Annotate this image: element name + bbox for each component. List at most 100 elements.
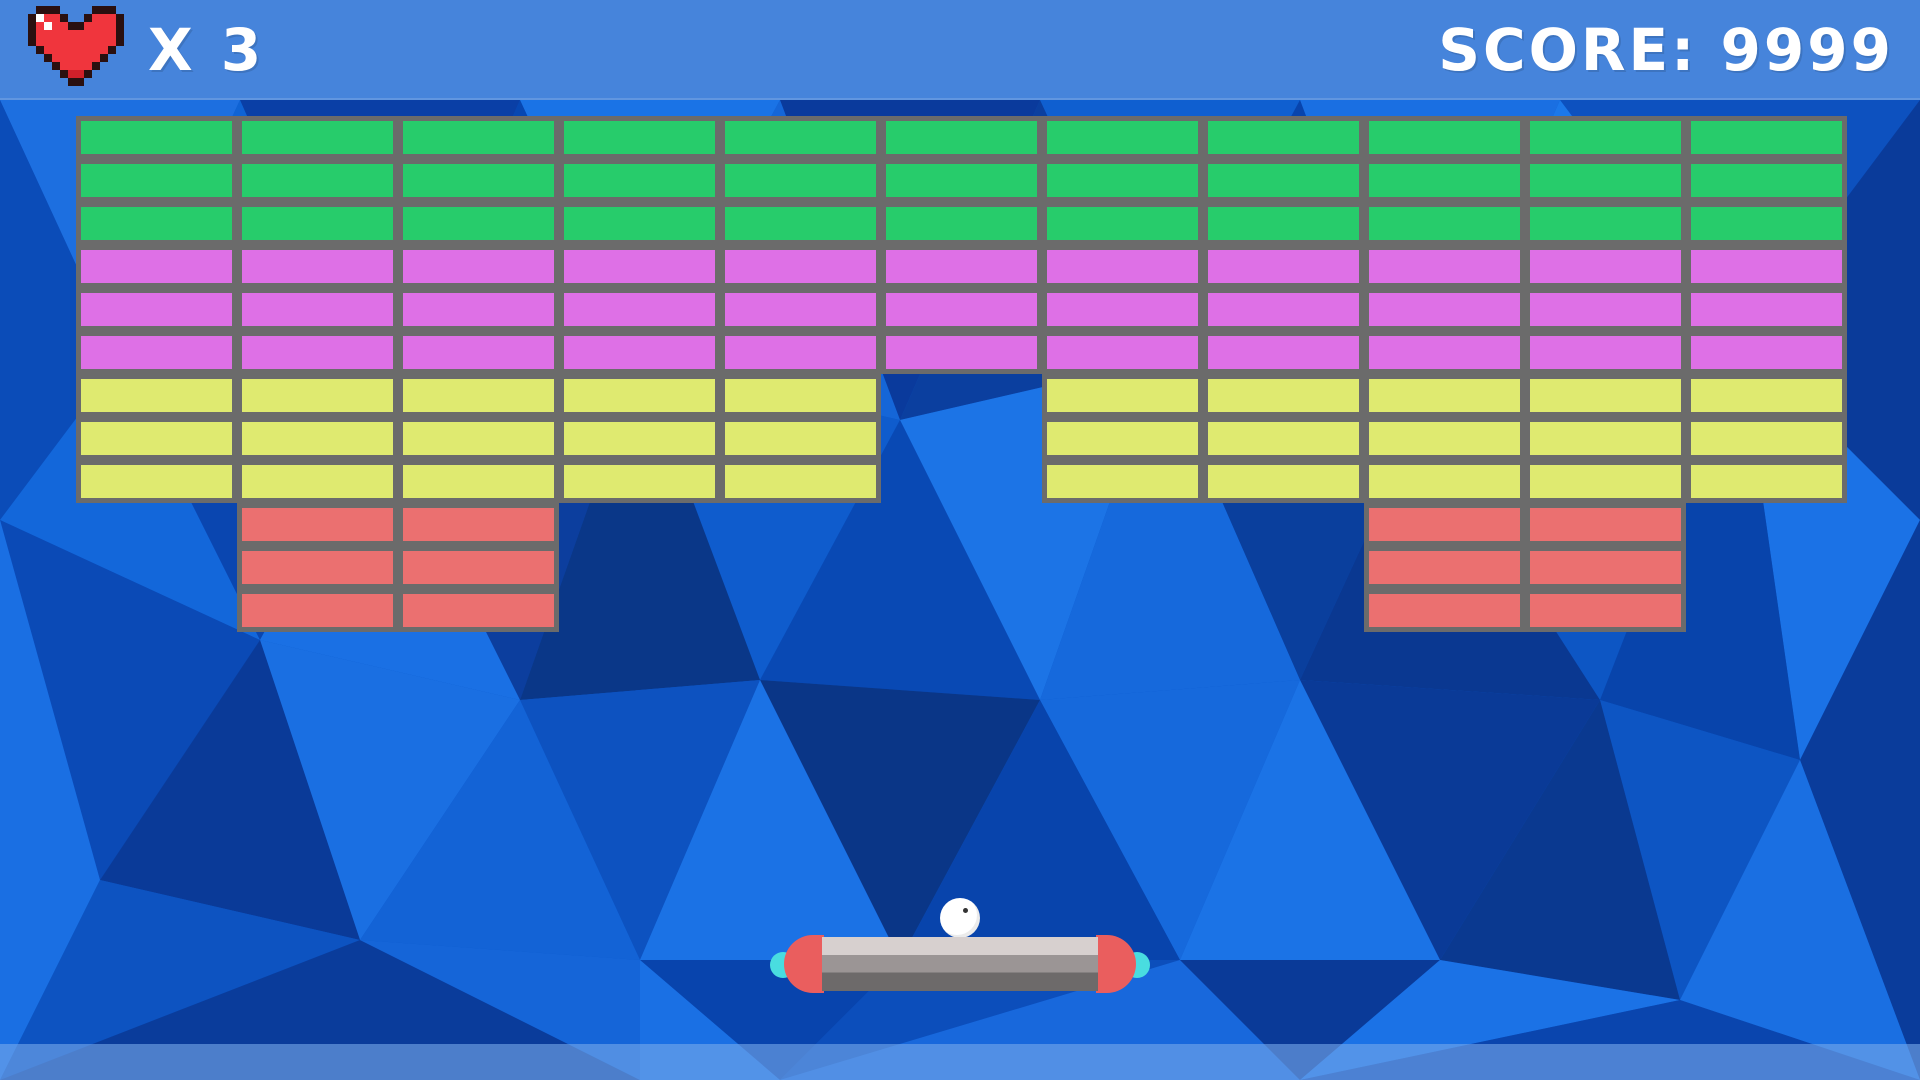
brick-green: [1525, 116, 1686, 159]
brick-magenta: [1686, 331, 1847, 374]
brick-magenta: [1686, 245, 1847, 288]
game-screen: X 3 SCORE: 9999: [0, 0, 1920, 1080]
brick-green: [1203, 202, 1364, 245]
brick-green: [881, 202, 1042, 245]
brick-green: [881, 159, 1042, 202]
brick-magenta: [76, 288, 237, 331]
brick-green: [76, 159, 237, 202]
brick-magenta: [237, 288, 398, 331]
brick-green: [1364, 202, 1525, 245]
ball-highlight: [963, 908, 968, 913]
brick-yellow: [1686, 460, 1847, 503]
brick-red: [1364, 503, 1525, 546]
brick-green: [720, 116, 881, 159]
brick-magenta: [881, 245, 1042, 288]
brick-yellow: [1686, 374, 1847, 417]
brick-red: [237, 503, 398, 546]
brick-yellow: [559, 417, 720, 460]
brick-yellow: [237, 460, 398, 503]
brick-magenta: [398, 331, 559, 374]
brick-yellow: [1042, 460, 1203, 503]
brick-green: [398, 202, 559, 245]
brick-yellow: [1525, 374, 1686, 417]
brick-yellow: [1203, 460, 1364, 503]
brick-red: [398, 546, 559, 589]
brick-yellow: [1042, 417, 1203, 460]
paddle-right-cap: [1096, 935, 1136, 993]
brick-magenta: [398, 245, 559, 288]
brick-red: [237, 546, 398, 589]
brick-magenta: [1525, 331, 1686, 374]
brick-green: [881, 116, 1042, 159]
brick-green: [237, 202, 398, 245]
ball: [940, 898, 980, 938]
brick-green: [398, 116, 559, 159]
brick-green: [1525, 202, 1686, 245]
brick-magenta: [1203, 331, 1364, 374]
brick-magenta: [1042, 288, 1203, 331]
brick-magenta: [1364, 245, 1525, 288]
brick-magenta: [1203, 245, 1364, 288]
brick-green: [1203, 159, 1364, 202]
brick-yellow: [1364, 374, 1525, 417]
brick-red: [237, 589, 398, 632]
brick-green: [1364, 116, 1525, 159]
brick-red: [1364, 546, 1525, 589]
brick-magenta: [1042, 331, 1203, 374]
brick-magenta: [1525, 288, 1686, 331]
brick-magenta: [237, 245, 398, 288]
brick-red: [398, 589, 559, 632]
brick-yellow: [237, 374, 398, 417]
brick-yellow: [1686, 417, 1847, 460]
bottom-bar: [0, 1044, 1920, 1080]
brick-yellow: [1525, 460, 1686, 503]
brick-yellow: [720, 374, 881, 417]
brick-green: [559, 202, 720, 245]
brick-green: [237, 159, 398, 202]
brick-magenta: [1364, 331, 1525, 374]
brick-green: [76, 202, 237, 245]
brick-green: [398, 159, 559, 202]
brick-yellow: [76, 460, 237, 503]
brick-yellow: [76, 417, 237, 460]
brick-magenta: [1042, 245, 1203, 288]
paddle-body: [822, 937, 1098, 991]
brick-magenta: [881, 288, 1042, 331]
brick-magenta: [559, 245, 720, 288]
brick-green: [1203, 116, 1364, 159]
brick-green: [1042, 202, 1203, 245]
brick-green: [1364, 159, 1525, 202]
brick-green: [1042, 159, 1203, 202]
brick-red: [1525, 503, 1686, 546]
brick-red: [1364, 589, 1525, 632]
brick-magenta: [559, 288, 720, 331]
paddle[interactable]: [770, 935, 1150, 995]
brick-magenta: [720, 245, 881, 288]
brick-magenta: [881, 331, 1042, 374]
brick-green: [1042, 116, 1203, 159]
brick-yellow: [237, 417, 398, 460]
brick-magenta: [76, 245, 237, 288]
brick-yellow: [1525, 417, 1686, 460]
brick-yellow: [720, 417, 881, 460]
brick-yellow: [398, 374, 559, 417]
brick-yellow: [398, 417, 559, 460]
brick-magenta: [1364, 288, 1525, 331]
brick-magenta: [559, 331, 720, 374]
brick-yellow: [1364, 460, 1525, 503]
brick-green: [720, 202, 881, 245]
brick-magenta: [76, 331, 237, 374]
brick-green: [559, 116, 720, 159]
brick-green: [1686, 116, 1847, 159]
brick-green: [1686, 202, 1847, 245]
brick-yellow: [1364, 417, 1525, 460]
brick-yellow: [559, 460, 720, 503]
brick-yellow: [1203, 417, 1364, 460]
brick-green: [720, 159, 881, 202]
brick-magenta: [1203, 288, 1364, 331]
brick-yellow: [76, 374, 237, 417]
brick-green: [76, 116, 237, 159]
brick-magenta: [720, 288, 881, 331]
brick-red: [398, 503, 559, 546]
brick-yellow: [720, 460, 881, 503]
